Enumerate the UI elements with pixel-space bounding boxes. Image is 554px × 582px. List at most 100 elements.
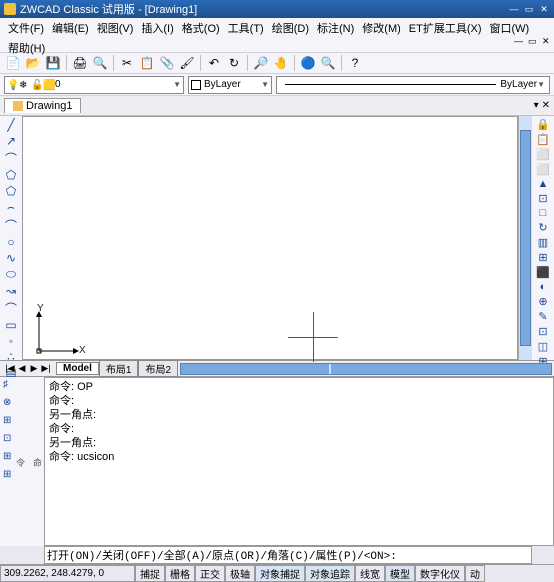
draw-tool-12[interactable]: ▭	[3, 318, 19, 332]
mdi-restore-button[interactable]: ▭	[524, 34, 536, 46]
modify-tool-12[interactable]: ⊕	[535, 295, 551, 308]
command-log-line: 命令:	[49, 422, 549, 436]
panel-tool-2[interactable]: ⊞	[3, 415, 19, 431]
menu-et[interactable]: ET扩展工具(X)	[405, 18, 486, 38]
layer-dropdown[interactable]: 💡 ❄ 🔓 🟨 0 ▼	[4, 76, 184, 94]
modify-tool-6[interactable]: □	[535, 207, 551, 219]
layout-tab-2[interactable]: 布局2	[138, 360, 178, 377]
command-log-line: 另一角点:	[49, 436, 549, 450]
linetype-value: ByLayer	[500, 79, 537, 90]
mdi-close-button[interactable]: ✕	[538, 34, 550, 46]
command-log-line: 命令:	[49, 394, 549, 408]
command-log-line: 另一角点:	[49, 408, 549, 422]
layout-next-button[interactable]: ▶	[28, 363, 40, 374]
modify-tool-7[interactable]: ↻	[535, 221, 551, 234]
draw-tool-14[interactable]: ∴	[3, 350, 19, 364]
menu-insert[interactable]: 插入(I)	[137, 18, 177, 38]
modify-tool-8[interactable]: ▥	[535, 236, 551, 249]
menu-help[interactable]: 帮助(H)	[4, 38, 550, 58]
modify-tool-15[interactable]: ◫	[535, 340, 551, 353]
draw-tool-4[interactable]: ⬠	[3, 184, 19, 198]
status-捕捉[interactable]: 捕捉	[135, 565, 165, 582]
doc-tab-label: Drawing1	[26, 100, 72, 112]
modify-tool-4[interactable]: ▲	[535, 178, 551, 190]
status-动[interactable]: 动	[465, 565, 485, 582]
modify-tool-2[interactable]: ⬜	[535, 148, 551, 161]
document-tab[interactable]: Drawing1	[4, 98, 81, 113]
coordinate-display[interactable]: 309.2262, 248.4279, 0	[0, 565, 135, 582]
ucs-y-label: Y	[37, 303, 44, 314]
color-dropdown[interactable]: ByLayer ▼	[188, 76, 272, 94]
draw-tool-6[interactable]: ⌒	[3, 217, 19, 233]
app-icon	[4, 3, 16, 15]
draw-tool-8[interactable]: ∿	[3, 251, 19, 265]
command-history[interactable]: 命令: OP命令:另一角点:命令:另一角点:命令: ucsicon	[44, 377, 554, 546]
draw-tool-9[interactable]: ⬭	[3, 267, 19, 282]
layout-last-button[interactable]: ▶|	[40, 363, 52, 374]
draw-tool-13[interactable]: ◦	[3, 334, 19, 348]
draw-tool-1[interactable]: ↗	[3, 134, 19, 148]
menu-modify[interactable]: 修改(M)	[358, 18, 405, 38]
status-线宽[interactable]: 线宽	[355, 565, 385, 582]
menu-view[interactable]: 视图(V)	[93, 18, 138, 38]
command-handle[interactable]: 命 令	[22, 377, 44, 546]
maximize-button[interactable]: ▭	[523, 3, 535, 15]
draw-tool-3[interactable]: ⬠	[3, 168, 19, 182]
minimize-button[interactable]: —	[508, 3, 520, 15]
close-button[interactable]: ✕	[538, 3, 550, 15]
draw-tool-0[interactable]: ╱	[3, 118, 19, 132]
panel-tool-5[interactable]: ⊞	[3, 469, 19, 485]
chevron-down-icon: ▼	[261, 80, 269, 89]
doc-icon	[13, 101, 23, 111]
line-preview	[285, 84, 496, 85]
lock-icon: 🔓	[31, 80, 41, 90]
layout-tab-1[interactable]: 布局1	[99, 360, 139, 377]
modify-tool-9[interactable]: ⊞	[535, 251, 551, 264]
linetype-dropdown[interactable]: ByLayer ▼	[276, 76, 550, 94]
modify-tool-10[interactable]: ⬛	[535, 266, 551, 279]
draw-tool-7[interactable]: ○	[3, 235, 19, 249]
draw-tool-10[interactable]: ↝	[3, 284, 19, 298]
draw-tool-11[interactable]: ⌒	[3, 300, 19, 316]
modify-tool-14[interactable]: ⊡	[535, 325, 551, 338]
ucs-x-label: X	[79, 345, 86, 356]
layout-tab-model[interactable]: Model	[56, 362, 99, 375]
status-数字化仪[interactable]: 数字化仪	[415, 565, 465, 582]
menu-draw[interactable]: 绘图(D)	[268, 18, 313, 38]
modify-tool-13[interactable]: ✎	[535, 310, 551, 323]
status-对象捕捉[interactable]: 对象捕捉	[255, 565, 305, 582]
menu-tools[interactable]: 工具(T)	[224, 18, 268, 38]
color-swatch	[191, 80, 201, 90]
menu-edit[interactable]: 编辑(E)	[48, 18, 93, 38]
draw-tool-2[interactable]: ⌒	[3, 150, 19, 166]
status-极轴[interactable]: 极轴	[225, 565, 255, 582]
draw-tool-5[interactable]: ⌢	[3, 200, 19, 215]
panel-tool-0[interactable]: ♯	[3, 379, 19, 395]
drawing-canvas[interactable]: Y X	[22, 116, 518, 360]
layout-first-button[interactable]: |◀	[4, 363, 16, 374]
status-栅格[interactable]: 栅格	[165, 565, 195, 582]
menu-format[interactable]: 格式(O)	[178, 18, 224, 38]
mdi-minimize-button[interactable]: —	[510, 34, 522, 46]
tab-pin-button[interactable]: ▾	[534, 100, 539, 111]
modify-tool-0[interactable]: 🔒	[535, 118, 551, 131]
menu-file[interactable]: 文件(F)	[4, 18, 48, 38]
status-正交[interactable]: 正交	[195, 565, 225, 582]
modify-tool-11[interactable]: ◐	[535, 281, 551, 293]
tab-close-button[interactable]: ✕	[542, 100, 550, 111]
chevron-down-icon: ▼	[537, 80, 545, 89]
modify-tool-1[interactable]: 📋	[535, 133, 551, 146]
modify-tool-5[interactable]: ⊡	[535, 192, 551, 205]
panel-tool-1[interactable]: ⊗	[3, 397, 19, 413]
modify-tool-3[interactable]: ⬜	[535, 163, 551, 176]
status-对象追踪[interactable]: 对象追踪	[305, 565, 355, 582]
vertical-scrollbar[interactable]	[518, 116, 532, 360]
layout-prev-button[interactable]: ◀	[16, 363, 28, 374]
panel-tool-3[interactable]: ⊡	[3, 433, 19, 449]
status-模型[interactable]: 模型	[385, 565, 415, 582]
command-input[interactable]	[45, 547, 531, 563]
menu-dim[interactable]: 标注(N)	[313, 18, 358, 38]
horizontal-scrollbar[interactable]	[180, 363, 552, 375]
chevron-down-icon: ▼	[173, 80, 181, 89]
freeze-icon: ❄	[19, 80, 29, 90]
